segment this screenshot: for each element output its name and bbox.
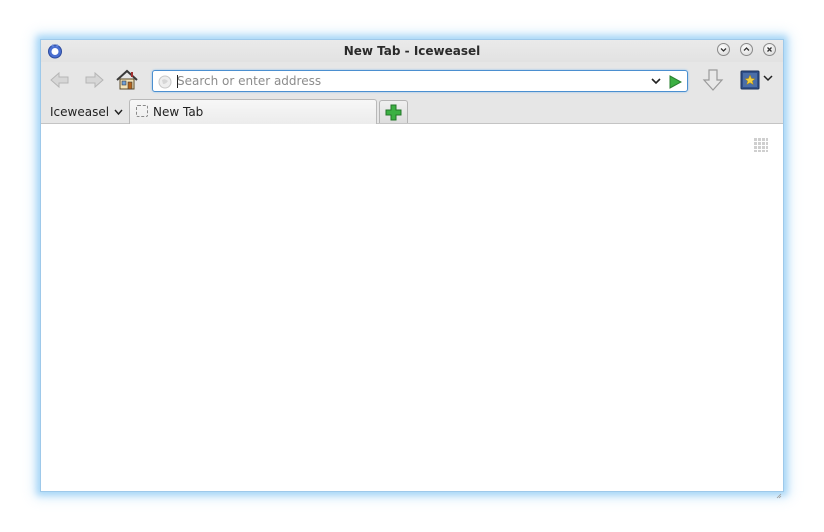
app-menu-button[interactable]: Iceweasel (50, 105, 123, 119)
address-input[interactable] (177, 73, 617, 89)
go-button[interactable] (668, 74, 683, 89)
globe-icon (158, 74, 172, 89)
bookmarks-star-icon (740, 70, 760, 90)
blank-page-icon (136, 105, 148, 117)
chevron-up-icon (743, 47, 750, 51)
forward-arrow-icon (85, 71, 104, 89)
tab-label: New Tab (153, 105, 204, 119)
chevron-down-icon (720, 48, 727, 52)
close-icon (767, 47, 772, 52)
home-button[interactable] (115, 69, 139, 91)
minimize-button[interactable] (717, 43, 730, 56)
navigation-toolbar (41, 62, 783, 96)
go-arrow-icon (669, 75, 683, 89)
page-content[interactable] (41, 124, 783, 491)
window-resize-grip[interactable] (776, 484, 782, 499)
window-title: New Tab - Iceweasel (343, 44, 481, 58)
downloads-button[interactable] (701, 68, 725, 94)
chevron-down-icon (763, 75, 773, 82)
maximize-button[interactable] (740, 43, 753, 56)
tab-strip: Iceweasel New Tab (41, 96, 783, 124)
app-menu-label: Iceweasel (50, 105, 110, 119)
tab-new-tab[interactable]: New Tab (129, 99, 377, 124)
back-arrow-icon (50, 71, 69, 89)
chevron-down-icon (111, 109, 123, 119)
plus-icon (385, 104, 402, 121)
download-arrow-icon (702, 69, 724, 91)
chevron-down-icon (651, 78, 661, 85)
grid-icon[interactable] (754, 137, 768, 152)
back-button[interactable] (48, 69, 72, 91)
address-bar[interactable] (152, 70, 688, 92)
bookmarks-menu-button[interactable] (763, 73, 773, 86)
title-bar[interactable]: New Tab - Iceweasel (41, 40, 783, 62)
text-caret (177, 75, 178, 88)
new-tab-button[interactable] (379, 100, 408, 123)
bookmarks-button[interactable] (739, 69, 761, 91)
browser-window: New Tab - Iceweasel Search or enter addr… (40, 39, 784, 499)
history-dropdown-button[interactable] (649, 73, 663, 89)
forward-button[interactable] (82, 69, 106, 91)
home-icon (116, 69, 138, 90)
close-button[interactable] (763, 43, 776, 56)
